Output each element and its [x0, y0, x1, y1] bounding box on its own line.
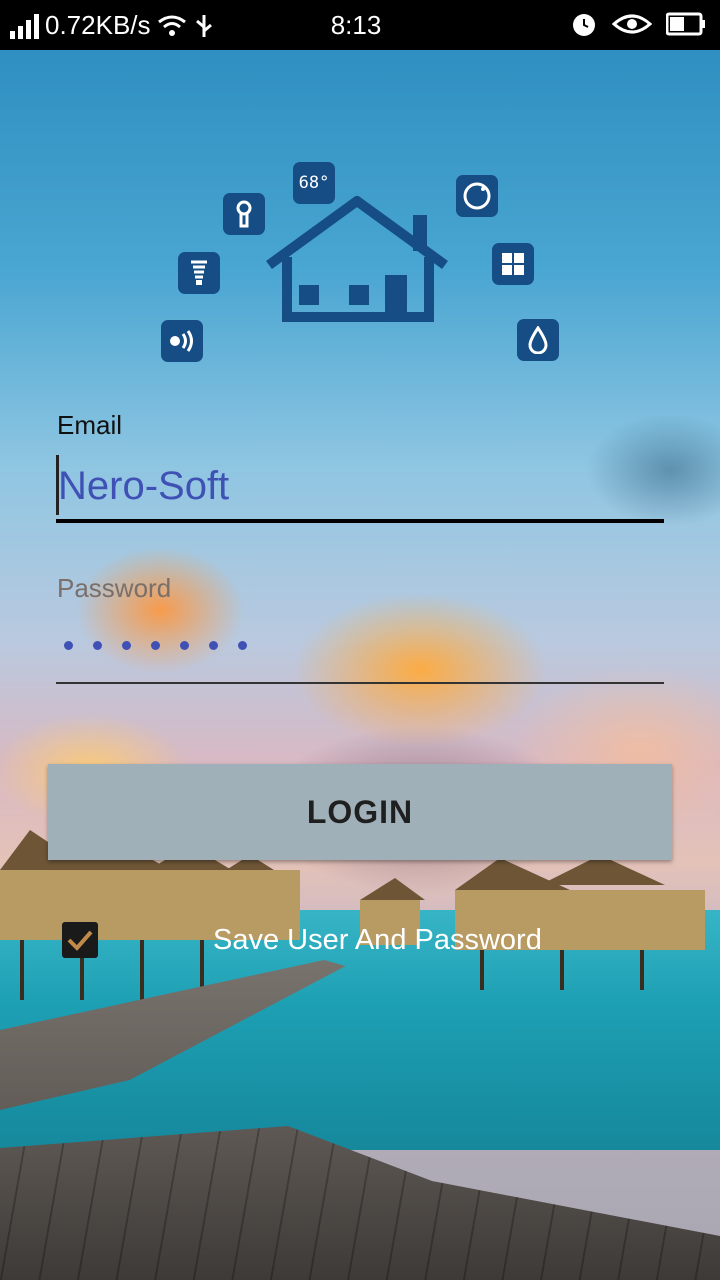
battery-icon — [666, 12, 705, 36]
keyhole-icon — [223, 193, 265, 235]
status-bar: 0.72KB/s 8:13 — [0, 0, 720, 50]
checkmark-icon — [67, 930, 93, 951]
save-credentials-checkbox[interactable] — [62, 922, 98, 958]
thermostat-text: 68° — [298, 173, 330, 193]
text-caret — [56, 455, 59, 515]
bulb-icon — [178, 252, 220, 294]
water-drop-icon — [517, 319, 559, 361]
email-input[interactable] — [56, 458, 664, 514]
password-mask-dot — [209, 641, 218, 650]
alarm-icon — [573, 14, 595, 36]
grid-icon — [492, 243, 534, 285]
save-credentials-label[interactable]: Save User And Password — [213, 924, 542, 957]
email-label: Email — [57, 410, 123, 440]
password-mask-dot — [238, 641, 247, 650]
house-icon — [266, 196, 448, 322]
password-mask-dot — [93, 641, 102, 650]
thermostat-icon: 68° — [293, 162, 335, 204]
smart-home-logo: 68° — [150, 160, 570, 375]
email-underline — [56, 519, 664, 523]
password-mask-dot — [122, 641, 131, 650]
status-right — [570, 10, 706, 38]
eye-icon — [612, 14, 652, 34]
camera-icon — [456, 175, 498, 217]
login-button[interactable]: LOGIN — [48, 764, 672, 860]
password-input[interactable] — [64, 641, 247, 650]
password-mask-dot — [64, 641, 73, 650]
password-label: Password — [57, 573, 172, 603]
speaker-icon — [161, 320, 203, 362]
password-underline — [56, 682, 664, 684]
password-mask-dot — [180, 641, 189, 650]
password-mask-dot — [151, 641, 160, 650]
